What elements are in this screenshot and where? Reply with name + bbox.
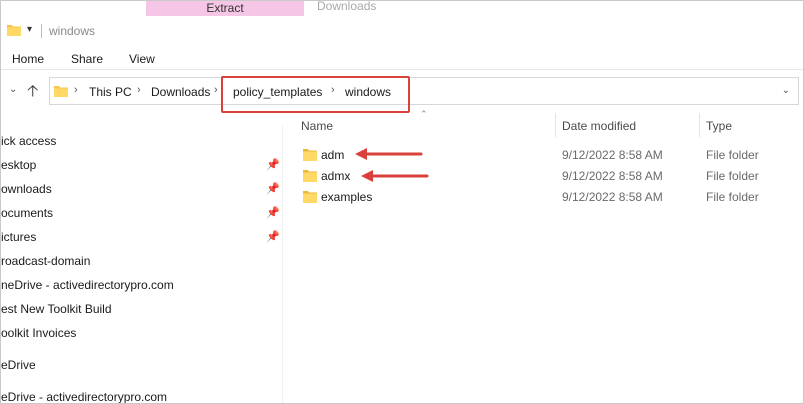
address-bar[interactable]: › This PC › Downloads › policy_templates… [49, 77, 799, 105]
chevron-right-icon[interactable]: › [214, 84, 218, 96]
nav-item-desktop[interactable]: esktop [1, 158, 36, 178]
file-name: adm [321, 148, 345, 162]
nav-item-documents[interactable]: ocuments [1, 206, 53, 226]
toolbar-divider [41, 24, 42, 38]
tab-share[interactable]: Share [71, 52, 103, 66]
column-type[interactable]: Type [706, 119, 732, 133]
file-date: 9/12/2022 8:58 AM [562, 190, 663, 204]
sort-ascending-icon: ⌃ [420, 109, 428, 119]
file-type: File folder [706, 190, 759, 204]
folder-icon [54, 84, 68, 98]
breadcrumb-this-pc[interactable]: This PC [89, 85, 132, 99]
file-name: examples [321, 190, 373, 204]
chevron-down-icon[interactable]: ⌄ [782, 85, 790, 96]
nav-item-toolkit-invoices[interactable]: oolkit Invoices [1, 326, 76, 346]
explorer-window: Extract Downloads ▾ windows Home Share V… [0, 0, 804, 404]
nav-item-test-toolkit[interactable]: est New Toolkit Build [1, 302, 112, 322]
file-type: File folder [706, 148, 759, 162]
annotation-arrow-icon [361, 170, 429, 182]
nav-item-broadcast-domain[interactable]: roadcast-domain [1, 254, 90, 274]
tab-extract[interactable]: Extract [146, 1, 304, 16]
quick-access-toolbar: ▾ windows [1, 21, 803, 43]
file-row-examples[interactable]: examples 9/12/2022 8:58 AM File folder [299, 187, 799, 208]
breadcrumb-highlight [221, 76, 410, 113]
nav-item-pictures[interactable]: ictures [1, 230, 36, 250]
folder-icon [7, 23, 21, 37]
chevron-right-icon[interactable]: › [137, 84, 141, 96]
folder-icon [303, 148, 317, 162]
chevron-right-icon[interactable]: › [74, 84, 78, 96]
customize-toolbar-icon[interactable]: ▾ [27, 24, 32, 35]
pin-icon[interactable]: 📌 [266, 230, 280, 243]
nav-item-quick-access[interactable]: ick access [1, 134, 56, 154]
file-date: 9/12/2022 8:58 AM [562, 148, 663, 162]
navigation-pane: ick access esktop 📌 ownloads 📌 ocuments … [1, 126, 283, 403]
file-type: File folder [706, 169, 759, 183]
folder-icon [303, 190, 317, 204]
pin-icon[interactable]: 📌 [266, 206, 280, 219]
column-divider[interactable] [699, 113, 700, 137]
nav-item-onedrive-ad[interactable]: neDrive - activedirectorypro.com [1, 278, 174, 298]
file-date: 9/12/2022 8:58 AM [562, 169, 663, 183]
file-name: admx [321, 169, 351, 183]
tab-home[interactable]: Home [12, 52, 44, 66]
breadcrumb-downloads[interactable]: Downloads [151, 85, 210, 99]
column-date-modified[interactable]: Date modified [562, 119, 636, 133]
title-bar: Extract Downloads [1, 1, 803, 16]
ribbon-tabs: Home Share View [1, 48, 803, 70]
nav-item-onedrive-ad-2[interactable]: eDrive - activedirectorypro.com [1, 390, 167, 403]
annotation-arrow-icon [355, 148, 423, 160]
folder-icon [303, 169, 317, 183]
pin-icon[interactable]: 📌 [266, 182, 280, 195]
recent-locations-icon[interactable]: ⌄ [9, 84, 17, 95]
column-name[interactable]: Name [301, 119, 333, 133]
tab-downloads-context[interactable]: Downloads [317, 1, 376, 14]
up-arrow-icon[interactable]: 🡡 [27, 80, 39, 107]
nav-item-onedrive[interactable]: eDrive [1, 358, 36, 378]
tab-view[interactable]: View [129, 52, 155, 66]
column-divider[interactable] [555, 113, 556, 137]
window-title: windows [49, 24, 96, 38]
nav-item-downloads[interactable]: ownloads [1, 182, 52, 202]
pin-icon[interactable]: 📌 [266, 158, 280, 171]
